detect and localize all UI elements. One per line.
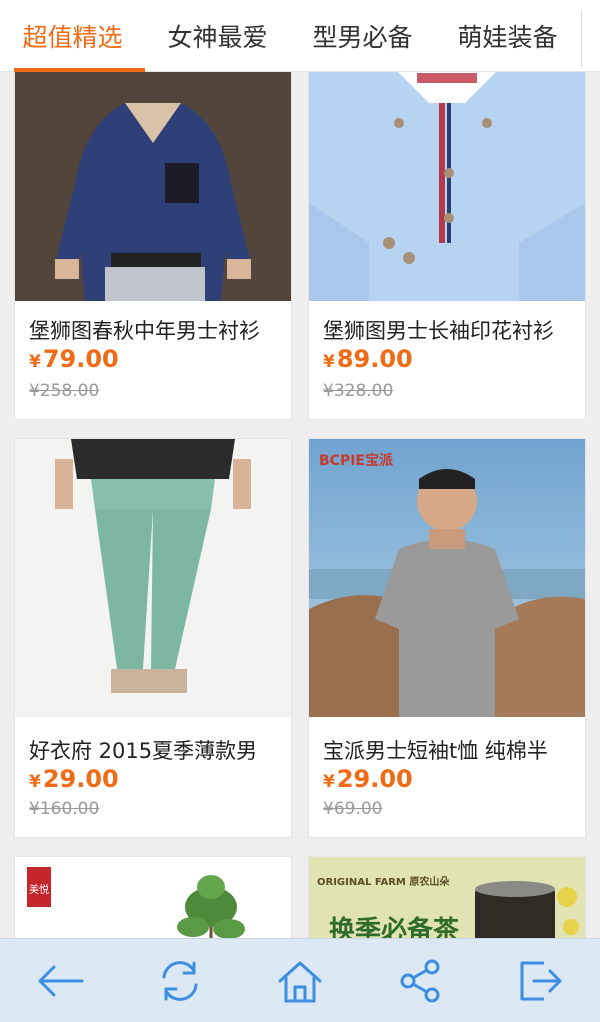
tab-label: 型男必备 bbox=[312, 23, 413, 52]
currency-symbol: ¥ bbox=[29, 352, 41, 372]
tab-label: 超值精选 bbox=[22, 23, 123, 52]
product-title: 堡狮图男士长袖印花衬衫 bbox=[323, 319, 554, 343]
product-title: 好衣府 2015夏季薄款男 bbox=[29, 739, 258, 763]
product-price: ¥29.00 bbox=[323, 765, 413, 793]
price-value: 89.00 bbox=[336, 345, 413, 373]
tab-value-picks[interactable]: 超值精选 bbox=[0, 0, 145, 72]
tab-label: 萌娃装备 bbox=[457, 23, 558, 52]
currency-symbol: ¥ bbox=[323, 352, 335, 372]
refresh-button[interactable] bbox=[140, 946, 220, 1016]
original-price: ¥258.00 bbox=[29, 381, 100, 401]
currency-symbol: ¥ bbox=[29, 772, 41, 792]
tab-goddess-favorites[interactable]: 女神最爱 bbox=[145, 0, 290, 72]
product-image-gray-tshirt[interactable]: BCPIE宝派 bbox=[309, 439, 585, 717]
price-value: 29.00 bbox=[42, 765, 119, 793]
product-image-green-pants[interactable] bbox=[15, 439, 291, 717]
back-button[interactable] bbox=[20, 946, 100, 1016]
share-button[interactable] bbox=[380, 946, 460, 1016]
promo-banner-text: 换季必备茶 bbox=[329, 916, 460, 938]
product-card[interactable]: BCPIE宝派 宝派男士短袖t恤 纯棉半 ¥29.00 ¥69.00 bbox=[308, 438, 586, 838]
product-image-plant-decor[interactable]: 美悦 bbox=[15, 857, 291, 938]
product-card[interactable]: 堡狮图春秋中年男士衬衫 ¥79.00 ¥258.00 bbox=[14, 72, 292, 420]
tab-divider bbox=[581, 10, 582, 68]
product-image-tea-promo[interactable]: ORIGINAL FARM 原农山朵 换季必备茶 bbox=[309, 857, 585, 938]
home-icon bbox=[278, 961, 322, 1002]
product-price: ¥29.00 bbox=[29, 765, 119, 793]
original-price: ¥160.00 bbox=[29, 799, 100, 819]
product-card[interactable]: ORIGINAL FARM 原农山朵 换季必备茶 bbox=[308, 856, 586, 938]
refresh-icon bbox=[162, 960, 198, 1001]
home-button[interactable] bbox=[260, 946, 340, 1016]
stamp-logo-text: 美悦 bbox=[29, 883, 49, 896]
tab-label: 女神最爱 bbox=[167, 23, 268, 52]
original-price: ¥328.00 bbox=[323, 381, 394, 401]
app-screen: 超值精选 女神最爱 型男必备 萌娃装备 堡狮图春秋中年男士衬衫 ¥79.00 ¥… bbox=[0, 0, 600, 1022]
product-card[interactable]: 好衣府 2015夏季薄款男 ¥29.00 ¥160.00 bbox=[14, 438, 292, 838]
product-price: ¥79.00 bbox=[29, 345, 119, 373]
brand-logo-text: ORIGINAL FARM 原农山朵 bbox=[317, 875, 449, 888]
brand-logo-text: BCPIE宝派 bbox=[319, 452, 394, 469]
price-value: 29.00 bbox=[336, 765, 413, 793]
original-price: ¥69.00 bbox=[323, 799, 383, 819]
product-image-blue-shirt[interactable] bbox=[309, 72, 585, 301]
share-icon bbox=[400, 959, 440, 1002]
currency-symbol: ¥ bbox=[323, 772, 335, 792]
product-card[interactable]: 堡狮图男士长袖印花衬衫 ¥89.00 ¥328.00 bbox=[308, 72, 586, 420]
price-value: 79.00 bbox=[42, 345, 119, 373]
tab-men-essentials[interactable]: 型男必备 bbox=[290, 0, 435, 72]
product-price: ¥89.00 bbox=[323, 345, 413, 373]
product-title: 宝派男士短袖t恤 纯棉半 bbox=[323, 739, 548, 763]
back-arrow-icon bbox=[38, 965, 84, 996]
exit-button[interactable] bbox=[500, 946, 580, 1016]
category-tab-bar: 超值精选 女神最爱 型男必备 萌娃装备 bbox=[0, 0, 600, 72]
product-grid: 堡狮图春秋中年男士衬衫 ¥79.00 ¥258.00 堡狮图男士长袖印花衬衫 ¥… bbox=[0, 72, 600, 938]
product-image-plaid-shirt[interactable] bbox=[15, 72, 291, 301]
tab-kids-gear[interactable]: 萌娃装备 bbox=[435, 0, 580, 72]
exit-icon bbox=[520, 961, 562, 1000]
bottom-navigation-bar bbox=[0, 938, 600, 1022]
product-card[interactable]: 美悦 bbox=[14, 856, 292, 938]
product-title: 堡狮图春秋中年男士衬衫 bbox=[29, 319, 260, 343]
